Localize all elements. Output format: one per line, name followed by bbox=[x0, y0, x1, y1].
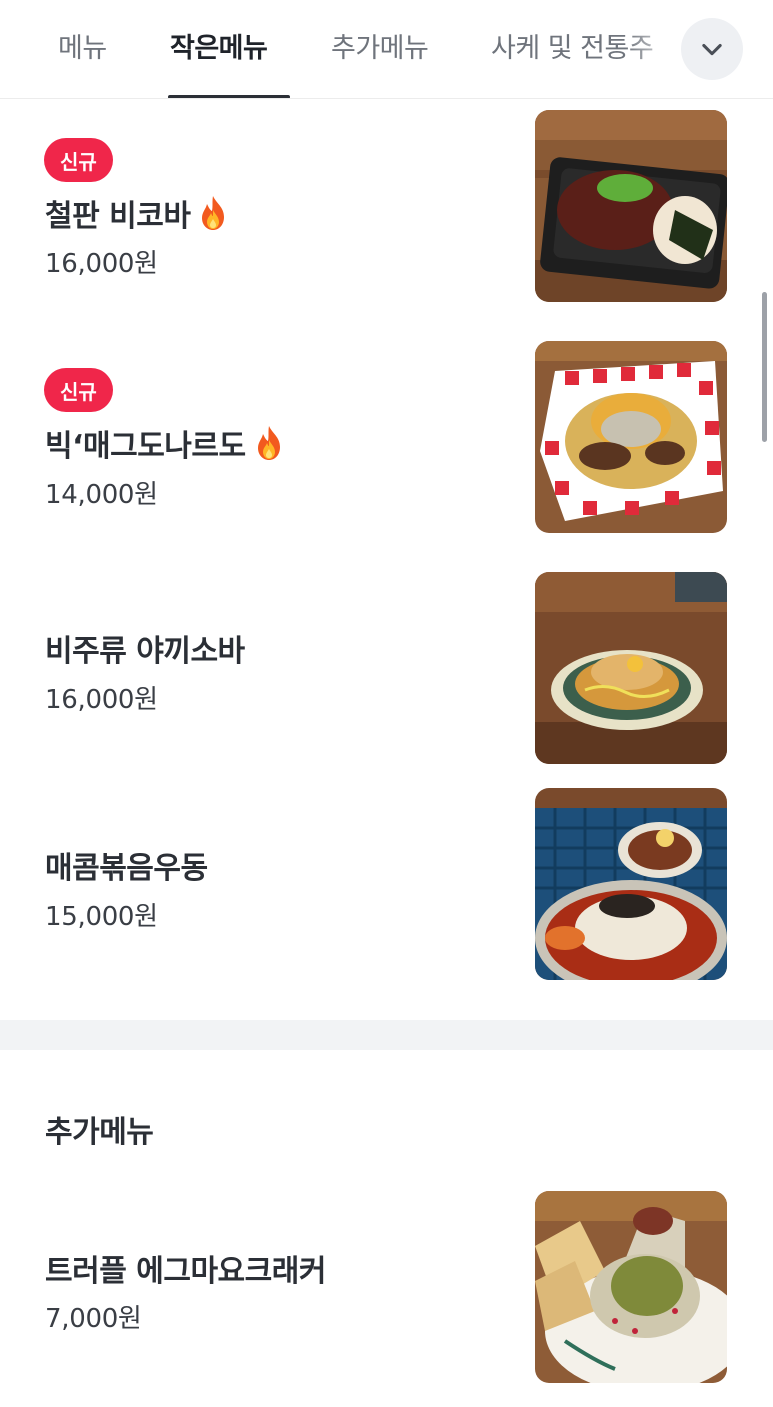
tab-extra-menu[interactable]: 추가메뉴 bbox=[331, 26, 429, 65]
udon-dish-image bbox=[535, 788, 727, 980]
menu-item-name: 철판 비코바 bbox=[45, 191, 230, 235]
menu-item-name-text: 비주류 야끼소바 bbox=[45, 634, 245, 669]
menu-item-price: 16,000원 bbox=[45, 249, 158, 279]
cracker-dish-image bbox=[535, 1191, 727, 1383]
new-badge: 신규 bbox=[44, 368, 113, 412]
menu-item-price: 16,000원 bbox=[45, 685, 158, 715]
fire-icon bbox=[202, 196, 225, 230]
menu-item-name: 비주류 야끼소바 bbox=[45, 626, 245, 670]
scrollbar[interactable] bbox=[762, 292, 767, 442]
active-tab-indicator bbox=[168, 95, 290, 98]
expand-categories-button[interactable] bbox=[681, 18, 743, 80]
menu-item-name: 빅‘매그도나르도 bbox=[45, 421, 286, 465]
menu-item-price: 14,000원 bbox=[45, 480, 158, 510]
section-title-extra-menu: 추가메뉴 bbox=[45, 1115, 154, 1150]
category-tab-bar: 메뉴 작은메뉴 추가메뉴 사케 및 전통주 bbox=[0, 0, 773, 99]
menu-item-name-text: 트러플 에그마요크래커 bbox=[45, 1254, 326, 1289]
fries-dish-image bbox=[535, 341, 727, 533]
tab-menu[interactable]: 메뉴 bbox=[58, 26, 107, 65]
menu-item-price: 15,000원 bbox=[45, 902, 158, 932]
menu-item-name-text: 철판 비코바 bbox=[45, 199, 191, 234]
menu-item-name: 트러플 에그마요크래커 bbox=[45, 1246, 326, 1290]
iron-plate-dish-image bbox=[535, 110, 727, 302]
menu-item-name: 매콤볶음우동 bbox=[45, 843, 208, 887]
tab-fade-overlay bbox=[625, 0, 685, 98]
tab-small-menu[interactable]: 작은메뉴 bbox=[170, 26, 268, 65]
section-divider bbox=[0, 1020, 773, 1050]
yakisoba-dish-image bbox=[535, 572, 727, 764]
fire-icon bbox=[257, 426, 280, 460]
menu-item-name-text: 빅‘매그도나르도 bbox=[45, 429, 246, 464]
new-badge: 신규 bbox=[44, 138, 113, 182]
chevron-down-icon bbox=[702, 43, 722, 56]
menu-item-name-text: 매콤볶음우동 bbox=[45, 851, 208, 886]
menu-item-price: 7,000원 bbox=[45, 1304, 142, 1334]
